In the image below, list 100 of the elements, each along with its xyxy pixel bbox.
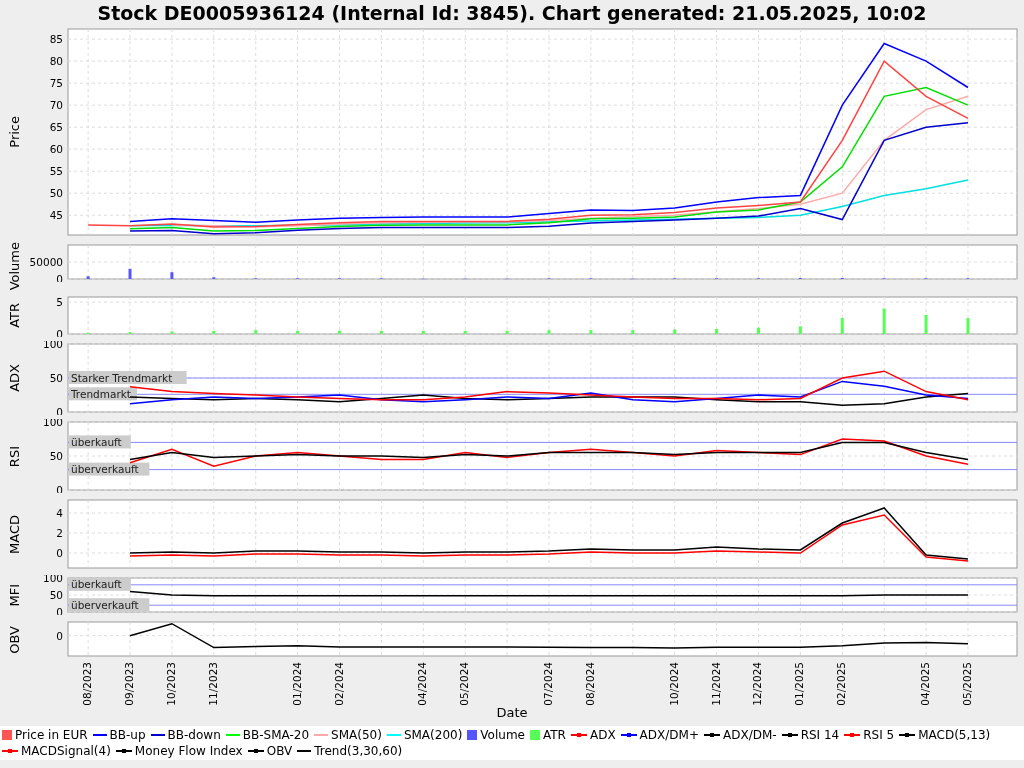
legend-label: ADX/DM- xyxy=(723,728,777,743)
data-bar xyxy=(170,331,174,335)
legend-label: BB-down xyxy=(167,728,221,743)
data-bar xyxy=(128,268,132,279)
tick-label: 75 xyxy=(49,77,63,90)
tick-label: 5 xyxy=(56,296,63,309)
axis-title: ATR xyxy=(7,303,21,329)
axis-title: Volume xyxy=(7,242,21,291)
data-bar xyxy=(296,331,300,335)
date-tick-label: 04/2024 xyxy=(417,662,428,706)
date-tick-label: 08/2024 xyxy=(584,662,596,706)
ref-line-label: überkauft xyxy=(71,436,122,449)
date-tick-label: 08/2023 xyxy=(82,662,93,706)
date-tick-label: 04/2025 xyxy=(920,662,931,706)
date-tick-label: 01/2024 xyxy=(291,662,303,706)
legend-label: MACDSignal(4) xyxy=(21,744,111,759)
ref-line-label: Trendmarkt xyxy=(70,388,131,401)
date-tick-label: 07/2024 xyxy=(543,662,554,706)
tick-label: 50 xyxy=(49,450,63,463)
date-tick-label: 02/2025 xyxy=(836,662,847,706)
data-bar xyxy=(882,308,886,335)
reference-label: Trendmarkt xyxy=(69,387,137,401)
tick-label: 65 xyxy=(49,121,63,134)
legend-label: SMA(50) xyxy=(331,728,382,743)
data-bar xyxy=(128,332,132,335)
tick-label: 45 xyxy=(49,209,63,222)
ref-line-label: überkauft xyxy=(71,578,122,591)
data-bar xyxy=(673,329,677,335)
data-bar xyxy=(966,318,970,335)
date-tick-label: 11/2024 xyxy=(710,662,722,706)
data-bar xyxy=(463,331,467,335)
legend-label: ADX/DM+ xyxy=(639,728,699,743)
data-bar xyxy=(338,331,341,335)
date-tick-label: 11/2023 xyxy=(207,662,219,706)
ref-line-label: überverkauft xyxy=(71,599,139,612)
axis-title: ADX xyxy=(7,364,21,393)
data-bar xyxy=(589,330,593,335)
data-bar xyxy=(212,331,216,335)
tick-label: 2 xyxy=(56,527,63,540)
tick-label: 100 xyxy=(42,575,63,585)
legend-label: RSI 5 xyxy=(863,728,895,743)
tick-label: 50 xyxy=(49,372,63,385)
legend-label: MACD(5,13) xyxy=(918,728,991,743)
axis-title: MACD xyxy=(7,514,21,554)
axis-title: Date xyxy=(495,705,529,721)
date-tick-label: 10/2024 xyxy=(668,662,680,706)
ref-line-label: Starker Trendmarkt xyxy=(71,371,173,384)
date-tick-label: 10/2023 xyxy=(165,662,177,706)
tick-label: 70 xyxy=(49,99,63,112)
date-tick-label: 05/2025 xyxy=(961,662,973,706)
axis-title: MFI xyxy=(7,584,21,607)
data-bar xyxy=(757,328,760,335)
tick-label: 55 xyxy=(49,165,63,178)
reference-label: überkauft xyxy=(69,578,131,592)
date-tick-label: 02/2024 xyxy=(333,662,344,706)
legend-label: OBV xyxy=(266,744,293,759)
tick-label: 50 xyxy=(49,187,63,200)
date-tick-label: 01/2025 xyxy=(794,662,805,706)
tick-label: 50000 xyxy=(29,256,63,268)
ref-line-label: überverkauft xyxy=(71,463,139,476)
chart-title: Stock DE0005936124 (Internal Id: 3845). Chart generated: 21.05.2025, 10:02 xyxy=(96,1,928,26)
data-bar xyxy=(421,331,425,335)
data-bar xyxy=(505,331,509,335)
data-bar xyxy=(840,318,844,335)
legend-label: Volume xyxy=(480,728,525,743)
reference-label: überverkauft xyxy=(69,598,150,612)
data-bar xyxy=(86,276,90,279)
tick-label: 60 xyxy=(49,143,63,156)
tick-label: 80 xyxy=(49,55,63,68)
tick-label: 100 xyxy=(42,419,63,429)
reference-label: überkauft xyxy=(69,435,131,449)
data-bar xyxy=(170,272,174,279)
legend-label: RSI 14 xyxy=(800,728,840,743)
tick-label: 50 xyxy=(49,589,63,602)
date-tick-label: 12/2024 xyxy=(752,662,763,706)
data-bar xyxy=(924,315,928,335)
legend-label: BB-SMA-20 xyxy=(242,728,310,743)
axis-title: RSI xyxy=(7,445,21,467)
data-bar xyxy=(547,330,551,335)
legend-label: Trend(3,30,60) xyxy=(314,744,403,759)
axis-title: OBV xyxy=(7,625,21,654)
data-bar xyxy=(631,330,635,335)
tick-label: 0 xyxy=(56,547,63,560)
legend-label: Price in EUR xyxy=(15,728,88,743)
legend-label: ATR xyxy=(543,728,566,743)
tick-label: 0 xyxy=(56,629,63,642)
tick-label: 85 xyxy=(49,33,63,46)
legend-label: Money Flow Index xyxy=(134,744,243,759)
data-bar xyxy=(798,326,802,335)
legend-label: ADX xyxy=(589,728,616,743)
data-bar xyxy=(379,331,383,335)
legend-label: BB-up xyxy=(109,728,146,743)
date-tick-label: 09/2023 xyxy=(124,662,135,706)
axis-title: Price xyxy=(7,116,21,148)
data-bar xyxy=(715,329,719,335)
legend-label: SMA(200) xyxy=(403,728,463,743)
date-tick-label: 05/2024 xyxy=(459,662,470,706)
tick-label: 100 xyxy=(42,341,63,351)
data-bar xyxy=(254,330,258,335)
tick-label: 4 xyxy=(56,507,63,520)
